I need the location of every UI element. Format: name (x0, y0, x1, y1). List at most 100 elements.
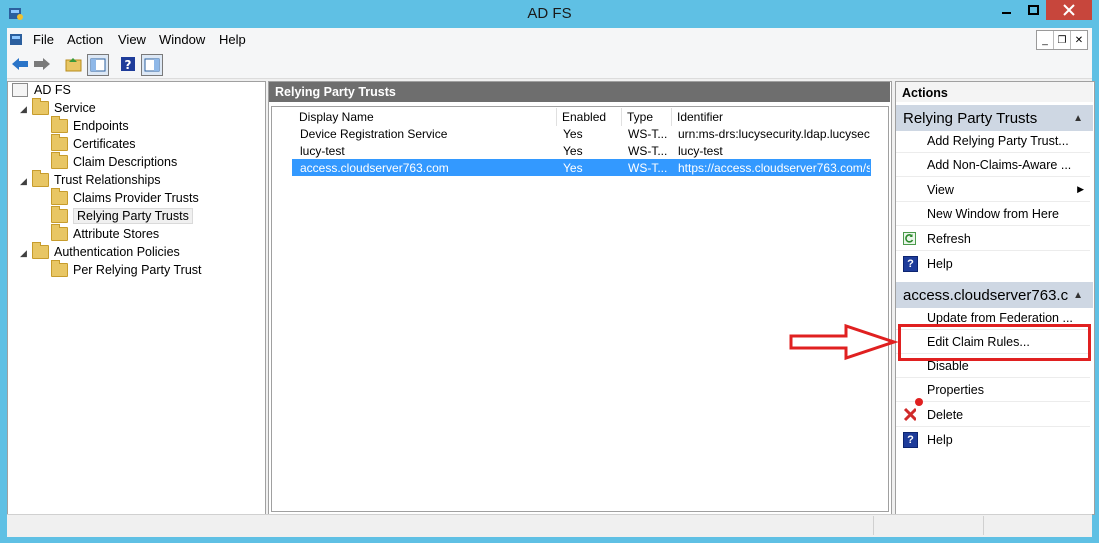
folder-icon (51, 188, 68, 205)
minimize-button[interactable] (994, 0, 1019, 20)
help-icon[interactable]: ? (118, 54, 138, 74)
tree-item-endpoints[interactable]: Endpoints (51, 116, 129, 135)
tree-item-trust-relationships[interactable]: Trust Relationships (32, 170, 161, 189)
folder-icon (51, 260, 68, 277)
cell-type: WS-T... (628, 161, 668, 175)
action-help-2[interactable]: ? Help (896, 428, 1090, 452)
show-hide-action-pane-icon[interactable] (141, 54, 163, 76)
cell-display-name: Device Registration Service (300, 127, 448, 141)
menu-help[interactable]: Help (219, 32, 246, 47)
back-arrow-icon[interactable] (10, 54, 30, 74)
expand-triangle-icon[interactable]: ◢ (20, 104, 27, 115)
mdi-minimize-button[interactable]: _ (1037, 31, 1054, 49)
toolbar (7, 50, 1092, 79)
tree-label: Claim Descriptions (73, 155, 178, 169)
tree-item-attribute-stores[interactable]: Attribute Stores (51, 224, 160, 243)
action-label: Add Non-Claims-Aware ... (927, 157, 1072, 172)
action-add-non-claims-aware[interactable]: Add Non-Claims-Aware ... (896, 153, 1090, 177)
cell-type: WS-T... (628, 127, 668, 141)
folder-icon (32, 242, 49, 259)
status-divider (983, 516, 984, 535)
menu-file[interactable]: File (33, 32, 54, 47)
cell-identifier: urn:ms-drs:lucysecurity.ldap.lucysecuri.… (678, 127, 870, 141)
tree-label: Attribute Stores (73, 227, 160, 241)
mdi-controls: _ ❐ ✕ (1036, 30, 1088, 50)
tree-label: Per Relying Party Trust (73, 263, 202, 277)
window-title: AD FS (527, 5, 572, 22)
action-delete[interactable]: Delete (896, 403, 1090, 427)
help-icon: ? (903, 256, 918, 272)
tree-item-authentication-policies[interactable]: Authentication Policies (32, 242, 180, 261)
column-header-type[interactable]: Type (622, 108, 672, 126)
tree-label: Claims Provider Trusts (73, 191, 199, 205)
action-label: Properties (927, 382, 984, 397)
mdi-close-button[interactable]: ✕ (1071, 31, 1087, 49)
table-row[interactable]: lucy-test Yes WS-T... lucy-test (292, 142, 871, 159)
folder-icon (51, 206, 68, 223)
tree-root-adfs[interactable]: AD FS (12, 81, 71, 99)
results-pane-header: Relying Party Trusts (269, 82, 890, 102)
action-label: Delete (927, 407, 964, 422)
tree-item-claim-descriptions[interactable]: Claim Descriptions (51, 152, 178, 171)
tree-label: AD FS (34, 83, 71, 97)
tree-label: Certificates (73, 137, 136, 151)
section-title: Relying Party Trusts (903, 109, 1038, 127)
menu-action[interactable]: Action (67, 32, 103, 47)
actions-title: Actions (902, 86, 948, 100)
table-row-selected[interactable]: access.cloudserver763.com Yes WS-T... ht… (292, 159, 871, 176)
actions-section-relying-party-trusts[interactable]: Relying Party Trusts ▲ (896, 105, 1093, 131)
adfs-node-icon (12, 83, 28, 97)
cell-enabled: Yes (563, 144, 583, 158)
action-label: Refresh (927, 231, 971, 246)
collapse-up-icon[interactable]: ▲ (1073, 113, 1083, 124)
table-row[interactable]: Device Registration Service Yes WS-T... … (292, 125, 871, 142)
forward-arrow-icon[interactable] (32, 54, 52, 74)
menu-window[interactable]: Window (159, 32, 205, 47)
action-refresh[interactable]: Refresh (896, 227, 1090, 251)
cell-display-name: access.cloudserver763.com (300, 161, 449, 175)
action-label: Update from Federation ... (927, 310, 1073, 325)
annotation-dot (915, 398, 923, 406)
menu-view[interactable]: View (118, 32, 146, 47)
action-properties[interactable]: Properties (896, 378, 1090, 402)
tree-label: Authentication Policies (54, 245, 180, 259)
tree-item-relying-party-trusts[interactable]: Relying Party Trusts (51, 206, 193, 225)
folder-icon (51, 224, 68, 241)
mdi-restore-button[interactable]: ❐ (1054, 31, 1071, 49)
tree-label: Endpoints (73, 119, 129, 133)
tree-item-per-relying-party-trust[interactable]: Per Relying Party Trust (51, 260, 202, 279)
maximize-button[interactable] (1021, 0, 1046, 20)
results-pane-title: Relying Party Trusts (275, 85, 396, 99)
action-add-relying-party-trust[interactable]: Add Relying Party Trust... (896, 129, 1090, 153)
action-label: Help (927, 433, 953, 447)
up-folder-icon[interactable] (64, 54, 84, 74)
tree-item-certificates[interactable]: Certificates (51, 134, 136, 153)
cell-identifier: lucy-test (678, 144, 723, 158)
expand-triangle-icon[interactable]: ◢ (20, 248, 27, 259)
tree-label: Relying Party Trusts (73, 208, 193, 224)
collapse-up-icon[interactable]: ▲ (1073, 290, 1083, 301)
actions-pane-header: Actions (896, 82, 1093, 102)
action-new-window-from-here[interactable]: New Window from Here (896, 202, 1090, 226)
submenu-arrow-icon: ▶ (1077, 184, 1084, 194)
folder-icon (32, 98, 49, 115)
show-hide-tree-icon[interactable] (87, 54, 109, 76)
actions-section-selected-trust[interactable]: access.cloudserver763.c... ▲ (896, 282, 1093, 308)
help-icon: ? (903, 432, 918, 448)
tree-item-claims-provider-trusts[interactable]: Claims Provider Trusts (51, 188, 199, 207)
folder-icon (51, 116, 68, 133)
svg-text:?: ? (125, 58, 132, 72)
action-help[interactable]: ? Help (896, 252, 1090, 276)
column-header-identifier[interactable]: Identifier (672, 108, 872, 126)
expand-triangle-icon[interactable]: ◢ (20, 176, 27, 187)
close-button[interactable] (1046, 0, 1092, 20)
cell-enabled: Yes (563, 161, 583, 175)
mmc-icon (9, 31, 25, 50)
delete-x-icon (903, 407, 916, 422)
action-view[interactable]: View ▶ (896, 178, 1090, 202)
tree-item-service[interactable]: Service (32, 98, 96, 117)
status-bar (7, 514, 1092, 537)
annotation-highlight-box (898, 324, 1091, 361)
column-header-enabled[interactable]: Enabled (557, 108, 622, 126)
column-header-display-name[interactable]: Display Name (294, 108, 557, 126)
